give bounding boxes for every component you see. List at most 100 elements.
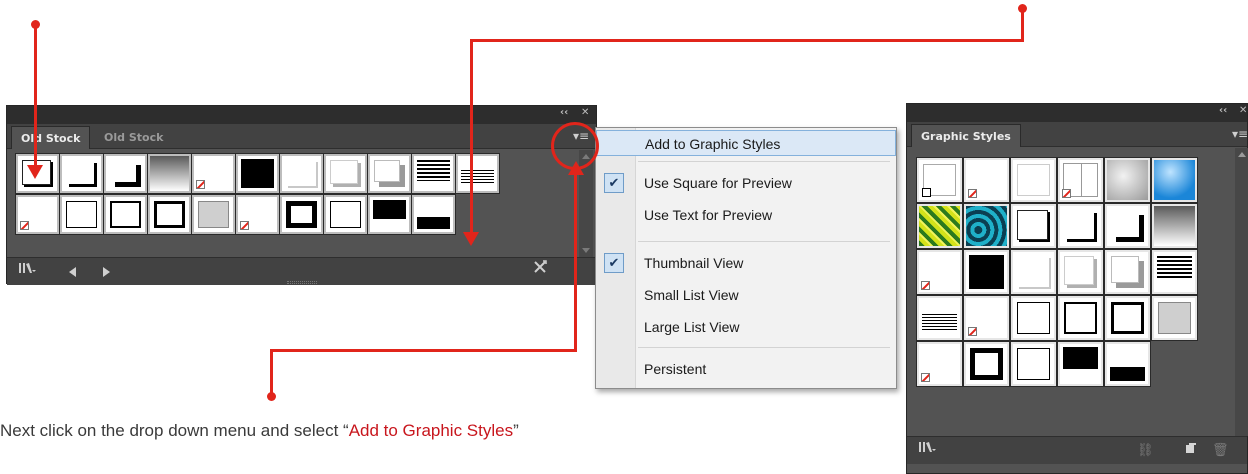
tab-old-stock-2[interactable]: Old Stock — [95, 126, 172, 149]
panel-title-bar[interactable]: ‹‹ ✕ — [907, 104, 1247, 122]
swatch-black[interactable] — [235, 153, 280, 194]
annotation-arrowhead — [463, 232, 479, 246]
menu-item-add-to-graphic-styles[interactable]: Add to Graphic Styles — [596, 130, 896, 156]
close-icon[interactable]: ✕ — [581, 107, 589, 118]
swatch-border-3[interactable] — [1104, 295, 1151, 341]
swatch-border-1[interactable] — [323, 194, 368, 235]
swatch-none[interactable] — [963, 157, 1010, 203]
library-icon[interactable] — [919, 437, 937, 465]
panel-bottom-bar — [7, 257, 596, 285]
menu-item-use-square-for-preview[interactable]: ✔ Use Square for Preview — [596, 170, 896, 196]
swatch-black-top[interactable] — [367, 194, 412, 235]
panel-tab-bar: Graphic Styles ▾≡ — [907, 122, 1248, 147]
delete-icon[interactable] — [532, 258, 548, 286]
panel-bottom-bar: ⛓ 🗑 — [907, 436, 1247, 464]
swatch-none-split[interactable] — [1057, 157, 1104, 203]
swatch-teal-swirl[interactable] — [963, 203, 1010, 249]
swatch-border-1[interactable] — [1010, 341, 1057, 387]
annotation-dot-bottom — [267, 392, 276, 401]
swatch-black-top[interactable] — [1057, 341, 1104, 387]
annotation-arrow-line — [470, 39, 473, 234]
swatch-border-1[interactable] — [59, 194, 104, 235]
swatch-lines-small[interactable] — [455, 153, 500, 194]
panel-menu-button[interactable]: ▾≡ — [1231, 126, 1248, 142]
swatch-black-bottom[interactable] — [1104, 341, 1151, 387]
swatch-white[interactable] — [1010, 157, 1057, 203]
menu-item-label: Large List View — [644, 319, 740, 335]
swatch-bevel-3[interactable] — [367, 153, 412, 194]
swatch-none[interactable] — [963, 295, 1010, 341]
swatch-gray[interactable] — [1151, 295, 1198, 341]
swatch-border-2[interactable] — [103, 194, 148, 235]
annotation-arrow-line — [270, 349, 577, 352]
annotation-arrow-line — [1021, 9, 1024, 41]
scroll-down-arrow-icon[interactable] — [582, 248, 590, 253]
swatch-lines[interactable] — [411, 153, 456, 194]
panel-title-bar[interactable]: ‹‹ ✕ — [7, 106, 596, 124]
swatch-lines[interactable] — [1151, 249, 1198, 295]
swatch-bevel-1[interactable] — [1010, 249, 1057, 295]
swatch-shadow-br-xl[interactable] — [103, 153, 148, 194]
swatch-bevel-1[interactable] — [279, 153, 324, 194]
collapse-icon[interactable]: ‹‹ — [560, 107, 568, 118]
swatch-bevel-2[interactable] — [1057, 249, 1104, 295]
swatch-shadow-br-xl[interactable] — [1104, 203, 1151, 249]
old-stock-swatch-grid — [15, 153, 500, 235]
swatch-black[interactable] — [963, 249, 1010, 295]
graphic-styles-panel: ‹‹ ✕ Graphic Styles ▾≡ ⛓ 🗑 — [906, 103, 1248, 474]
menu-item-use-text-for-preview[interactable]: Use Text for Preview — [596, 202, 896, 228]
swatch-shadow-br-lg[interactable] — [1057, 203, 1104, 249]
swatch-blue-glow[interactable] — [1151, 157, 1198, 203]
menu-item-thumbnail-view[interactable]: ✔ Thumbnail View — [596, 250, 896, 276]
menu-item-small-list-view[interactable]: Small List View — [596, 282, 896, 308]
swatch-lines-small[interactable] — [916, 295, 963, 341]
menu-item-large-list-view[interactable]: Large List View — [596, 314, 896, 340]
menu-item-label: Thumbnail View — [644, 255, 744, 271]
menu-item-label: Persistent — [644, 361, 707, 377]
menu-item-label: Add to Graphic Styles — [645, 136, 781, 152]
tab-graphic-styles[interactable]: Graphic Styles — [911, 124, 1021, 147]
graphic-styles-swatch-grid — [916, 157, 1198, 387]
swatch-border-4[interactable] — [963, 341, 1010, 387]
swatch-bevel-3[interactable] — [1104, 249, 1151, 295]
swatch-black-bottom[interactable] — [411, 194, 456, 235]
swatch-green-swirl[interactable] — [916, 203, 963, 249]
swatch-gradient[interactable] — [1151, 203, 1198, 249]
prev-arrow-icon[interactable] — [69, 267, 76, 277]
break-link-icon[interactable]: ⛓ — [1137, 437, 1154, 465]
annotation-arrow-line — [470, 39, 1024, 42]
swatch-bevel-2[interactable] — [323, 153, 368, 194]
resize-grip[interactable] — [286, 281, 317, 284]
tab-old-stock-1[interactable]: Old Stock — [11, 126, 91, 149]
swatch-gray[interactable] — [191, 194, 236, 235]
swatch-border-4[interactable] — [279, 194, 324, 235]
collapse-icon[interactable]: ‹‹ — [1219, 105, 1227, 116]
swatch-gray-soft[interactable] — [1104, 157, 1151, 203]
close-icon[interactable]: ✕ — [1239, 105, 1247, 116]
next-arrow-icon[interactable] — [103, 267, 110, 277]
menu-item-persistent[interactable]: Persistent — [596, 356, 896, 382]
swatch-none[interactable] — [191, 153, 236, 194]
new-style-icon[interactable] — [1185, 437, 1197, 465]
swatch-border-1[interactable] — [1010, 295, 1057, 341]
scroll-up-arrow-icon[interactable] — [1238, 152, 1246, 157]
swatch-gradient[interactable] — [147, 153, 192, 194]
swatch-border-3[interactable] — [147, 194, 192, 235]
swatch-shadow-br[interactable] — [1010, 203, 1057, 249]
scrollbar[interactable] — [1235, 148, 1248, 436]
menu-item-label: Use Square for Preview — [644, 175, 792, 191]
swatch-none[interactable] — [916, 341, 963, 387]
swatch-none[interactable] — [916, 249, 963, 295]
swatch-default[interactable] — [916, 157, 963, 203]
swatch-none[interactable] — [235, 194, 280, 235]
swatch-border-2[interactable] — [1057, 295, 1104, 341]
swatch-none[interactable] — [15, 194, 60, 235]
trash-icon[interactable]: 🗑 — [1212, 437, 1229, 465]
annotation-arrowhead — [568, 161, 584, 175]
swatch-shadow-br-lg[interactable] — [59, 153, 104, 194]
annotation-arrow-line — [574, 174, 577, 351]
menu-separator — [638, 347, 890, 348]
library-icon[interactable] — [19, 258, 37, 286]
caption-highlight: Add to Graphic Styles — [348, 421, 514, 440]
panel-tab-bar: Old Stock Old Stock ▾≡ — [7, 124, 596, 149]
